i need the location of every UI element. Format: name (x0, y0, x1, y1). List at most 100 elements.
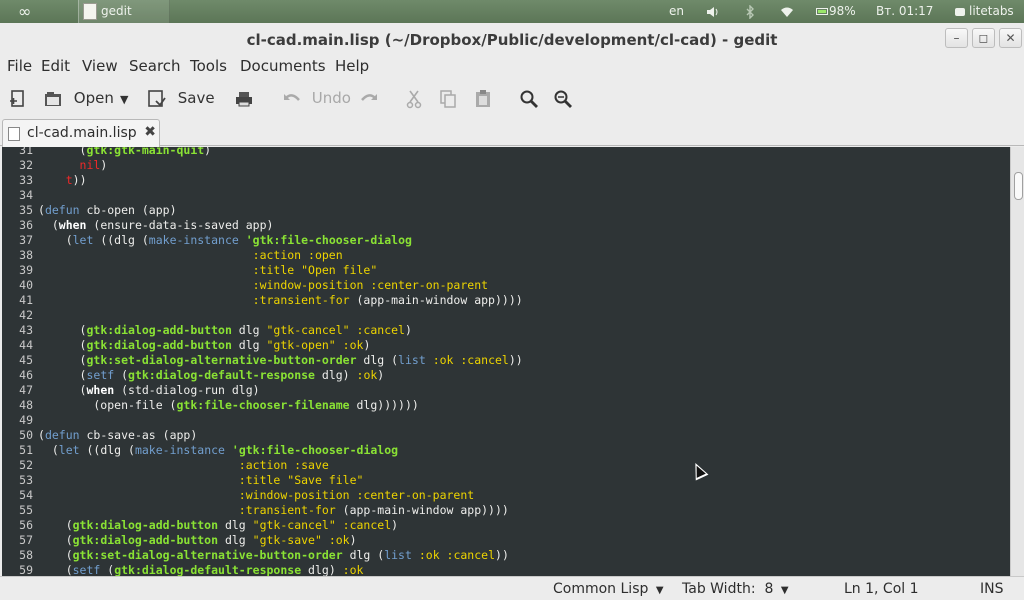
open-recent-dropdown[interactable]: ▼ (120, 85, 128, 111)
save-icon (148, 89, 166, 107)
menu-tools[interactable]: Tools (190, 57, 227, 75)
window-titlebar[interactable]: cl-cad.main.lisp (~/Dropbox/Public/devel… (0, 23, 1024, 56)
wifi-icon[interactable] (780, 0, 794, 23)
search-icon (520, 90, 538, 108)
code-token: ) (349, 533, 357, 547)
minimize-button[interactable]: – (945, 28, 968, 48)
close-window-button[interactable]: ✕ (999, 28, 1022, 48)
line-number: 39 (19, 263, 33, 277)
taskbar-gedit[interactable]: gedit (78, 0, 170, 23)
code-token: ) (100, 158, 108, 172)
code-line: 57 (gtk:dialog-add-button dlg "gtk-save"… (2, 533, 356, 548)
line-number: 56 (19, 518, 33, 532)
code-token: dlg (218, 518, 253, 532)
code-token: ( (38, 548, 73, 562)
code-token: list (398, 353, 426, 367)
menu-edit[interactable]: Edit (41, 57, 70, 75)
tab-width-label: Tab Width: 8 (682, 581, 774, 597)
maximize-button[interactable]: ◻ (972, 28, 995, 48)
code-token: let (72, 233, 94, 247)
code-token: ( (38, 428, 45, 442)
code-token: defun (44, 203, 80, 217)
code-line: 52 :action :save (2, 458, 329, 473)
code-token: (std-dialog-run dlg) (114, 383, 260, 397)
tab-close-icon[interactable]: ✖ (144, 124, 156, 140)
copy-button[interactable] (439, 85, 457, 111)
redo-button[interactable] (360, 85, 378, 111)
code-lines: 31 (gtk:gtk-main-quit) 32 nil) 33 t)) 34 35(… (2, 147, 523, 576)
menu-file[interactable]: File (7, 57, 32, 75)
code-token: gtk:dialog-add-button (72, 533, 219, 547)
code-editor[interactable]: 31 (gtk:gtk-main-quit) 32 nil) 33 t)) 34 35(… (2, 147, 1010, 576)
volume-icon[interactable] (706, 0, 720, 23)
code-token: ( (100, 563, 115, 576)
code-token: dlg) (301, 563, 343, 576)
code-token: (ensure-data-is-saved app) (86, 218, 274, 232)
find-button[interactable] (519, 85, 539, 111)
code-token: "Save file" (287, 473, 364, 487)
clock[interactable]: Вт. 01:17 (876, 0, 933, 23)
code-text: (when (std-dialog-run dlg) (38, 383, 260, 398)
line-number: 33 (19, 173, 33, 187)
paste-button[interactable] (474, 85, 492, 111)
code-token: "Open file" (301, 263, 378, 277)
code-text: (when (ensure-data-is-saved app) (38, 218, 274, 233)
code-text: :window-position :center-on-parent (38, 488, 474, 503)
code-token: setf (86, 368, 115, 382)
vertical-scrollbar[interactable] (1010, 147, 1024, 576)
close-icon: ✕ (1005, 31, 1016, 45)
code-token: gtk:set-dialog-alternative-button-order (72, 548, 343, 562)
code-token: setf (72, 563, 101, 576)
code-token: :transient-for (252, 293, 350, 307)
code-token: when (58, 218, 87, 232)
menu-view[interactable]: View (82, 57, 118, 75)
undo-button[interactable]: Undo (283, 85, 351, 111)
save-button[interactable]: Save (147, 85, 215, 111)
code-line: 43 (gtk:dialog-add-button dlg "gtk-cance… (2, 323, 412, 338)
code-token: t (65, 173, 73, 187)
code-line: 54 :window-position :center-on-parent (2, 488, 474, 503)
print-button[interactable] (234, 85, 254, 111)
find-replace-button[interactable] (553, 85, 573, 111)
tab-cl-cad-main-lisp[interactable]: cl-cad.main.lisp ✖ (2, 119, 160, 147)
line-number: 54 (19, 488, 33, 502)
code-token: ) (204, 147, 212, 157)
code-token: ( (38, 218, 59, 232)
line-number: 50 (19, 428, 33, 442)
taskbar-label: gedit (101, 4, 132, 18)
new-document-icon (10, 89, 24, 107)
cut-button[interactable] (405, 85, 423, 111)
code-token: ) (404, 323, 412, 337)
code-text: t)) (38, 173, 87, 188)
code-token: list (384, 548, 412, 562)
user-menu[interactable]: litetabs (955, 0, 1014, 23)
bluetooth-icon[interactable] (745, 0, 755, 23)
menu-help[interactable]: Help (335, 57, 369, 75)
open-button[interactable]: Open (43, 85, 114, 111)
app-menu-logo-icon[interactable]: ∞ (18, 0, 31, 23)
keyboard-layout[interactable]: en (669, 0, 684, 23)
language-selector[interactable]: Common Lisp ▼ (553, 581, 664, 597)
code-line: 40 :window-position :center-on-parent (2, 278, 488, 293)
menu-search[interactable]: Search (129, 57, 181, 75)
code-text: :window-position :center-on-parent (38, 278, 488, 293)
code-token: gtk:set-dialog-alternative-button-order (86, 353, 357, 367)
scrollbar-thumb[interactable] (1014, 172, 1023, 200)
tab-width-selector[interactable]: Tab Width: 8 ▼ (682, 581, 789, 597)
new-button[interactable] (9, 85, 27, 111)
menu-documents[interactable]: Documents (240, 57, 326, 75)
line-number: 43 (19, 323, 33, 337)
maximize-icon: ◻ (978, 31, 989, 45)
battery-indicator[interactable]: 98% (816, 0, 856, 23)
code-line: 33 t)) (2, 173, 86, 188)
code-token: ) (377, 368, 385, 382)
code-token: ( (38, 203, 45, 217)
code-token: gtk:dialog-default-response (114, 563, 302, 576)
code-token: ( (38, 443, 59, 457)
code-token: )) (508, 353, 523, 367)
